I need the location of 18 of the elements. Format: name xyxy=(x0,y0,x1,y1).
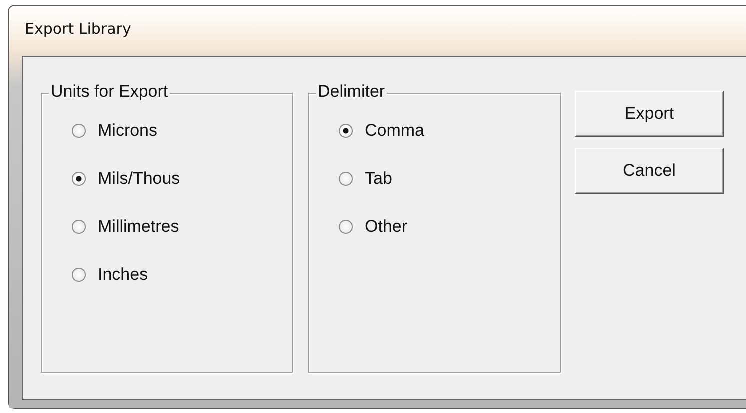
cancel-button[interactable]: Cancel xyxy=(575,148,724,194)
export-button[interactable]: Export xyxy=(575,91,724,137)
radio-button[interactable] xyxy=(339,220,353,234)
radio-label[interactable]: Other xyxy=(365,216,408,236)
radio-label[interactable]: Inches xyxy=(98,264,148,284)
radio-button[interactable] xyxy=(339,172,353,186)
radio-button[interactable] xyxy=(72,124,86,138)
radio-label[interactable]: Mils/Thous xyxy=(98,168,180,188)
radio-button[interactable] xyxy=(72,268,86,282)
radio-button[interactable] xyxy=(72,172,86,186)
radio-label[interactable]: Comma xyxy=(365,120,425,140)
radio-label[interactable]: Microns xyxy=(98,120,158,140)
radio-button[interactable] xyxy=(339,124,353,138)
window-title: Export Library xyxy=(25,20,132,38)
radio-label[interactable]: Millimetres xyxy=(98,216,180,236)
radio-button[interactable] xyxy=(72,220,86,234)
radio-label[interactable]: Tab xyxy=(365,168,392,188)
group-label: Units for Export xyxy=(49,82,170,102)
